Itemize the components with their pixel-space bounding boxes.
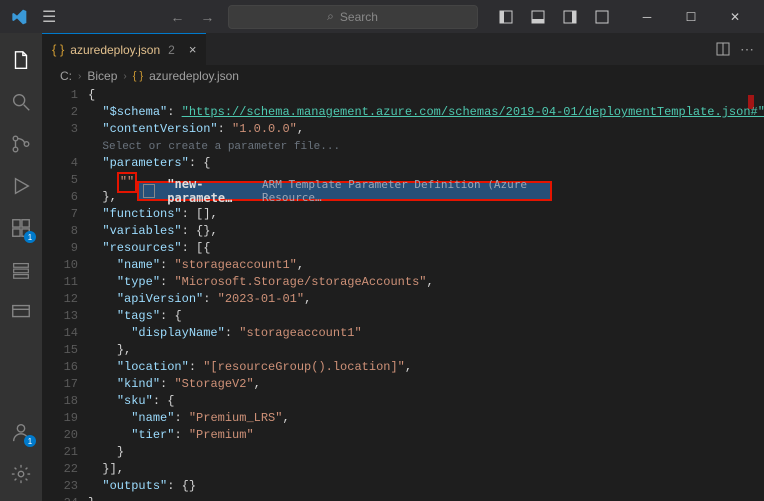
split-editor-icon[interactable] — [716, 42, 730, 56]
code-area[interactable]: { "$schema": "https://schema.management.… — [88, 87, 750, 501]
breadcrumb-seg[interactable]: Bicep — [87, 69, 117, 83]
nav-arrows: ← → — [166, 7, 218, 27]
close-window-button[interactable]: ✕ — [714, 0, 756, 33]
search-box[interactable]: ⌕ Search — [228, 5, 478, 29]
run-debug-activity[interactable] — [0, 165, 42, 207]
breadcrumb-seg[interactable]: C: — [60, 69, 72, 83]
search-icon: ⌕ — [327, 9, 334, 24]
titlebar-left: ☰ — [4, 3, 62, 31]
tab-actions: ⋯ — [706, 33, 764, 65]
menu-button[interactable]: ☰ — [36, 3, 62, 31]
breadcrumb[interactable]: C: › Bicep › { } azuredeploy.json — [42, 65, 764, 87]
nav-back-button[interactable]: ← — [166, 7, 188, 27]
extensions-activity[interactable]: 1 — [0, 207, 42, 249]
vscode-icon — [10, 8, 28, 26]
suggest-description: ARM Template Parameter Definition (Azure… — [262, 178, 546, 204]
codelens-hint[interactable]: Select or create a parameter file... — [102, 141, 340, 153]
search-activity[interactable] — [0, 81, 42, 123]
chevron-right-icon: › — [78, 71, 81, 82]
explorer-activity[interactable] — [0, 39, 42, 81]
tab-close-button[interactable]: × — [189, 42, 197, 57]
accounts-activity[interactable]: 1 — [0, 411, 42, 453]
layout-sidebar-right-icon[interactable] — [556, 3, 584, 31]
tab-modified-indicator: 2 — [168, 43, 175, 57]
more-actions-icon[interactable]: ⋯ — [740, 41, 754, 58]
cursor-position: "" — [117, 172, 137, 193]
maximize-button[interactable]: ☐ — [670, 0, 712, 33]
chevron-right-icon: › — [123, 71, 126, 82]
search-placeholder: Search — [340, 10, 378, 24]
settings-activity[interactable] — [0, 453, 42, 495]
json-file-icon: { } — [133, 70, 143, 82]
layout-sidebar-left-icon[interactable] — [492, 3, 520, 31]
titlebar-right: ─ ☐ ✕ — [492, 0, 760, 33]
accounts-badge: 1 — [24, 435, 36, 447]
layout-panel-bottom-icon[interactable] — [524, 3, 552, 31]
minimize-button[interactable]: ─ — [626, 0, 668, 33]
tab-azuredeploy[interactable]: { } azuredeploy.json 2 × — [42, 33, 206, 65]
extensions-badge: 1 — [24, 231, 36, 243]
json-file-icon: { } — [52, 42, 64, 57]
suggest-label: "new-paramete… — [167, 177, 254, 205]
layout-icons — [492, 3, 616, 31]
breadcrumb-seg[interactable]: azuredeploy.json — [149, 69, 239, 83]
tab-filename: azuredeploy.json — [70, 43, 160, 57]
scrollbar[interactable] — [754, 87, 764, 501]
layout-customize-icon[interactable] — [588, 3, 616, 31]
remote-activity[interactable] — [0, 291, 42, 333]
activity-bar: 1 1 — [0, 33, 42, 501]
activity-bottom: 1 — [0, 411, 42, 501]
editor[interactable]: 1 2 3 4 5 6 7 8 9 10 11 12 13 14 15 16 1… — [42, 87, 764, 501]
intellisense-popup[interactable]: "new-paramete… ARM Template Parameter De… — [137, 181, 552, 201]
snippet-icon — [143, 184, 155, 198]
titlebar: ☰ ← → ⌕ Search ─ ☐ ✕ — [0, 0, 764, 33]
tab-bar: { } azuredeploy.json 2 × ⋯ — [42, 33, 764, 65]
source-control-activity[interactable] — [0, 123, 42, 165]
azure-activity[interactable] — [0, 249, 42, 291]
gutter: 1 2 3 4 5 6 7 8 9 10 11 12 13 14 15 16 1… — [42, 87, 88, 501]
nav-forward-button[interactable]: → — [196, 7, 218, 27]
